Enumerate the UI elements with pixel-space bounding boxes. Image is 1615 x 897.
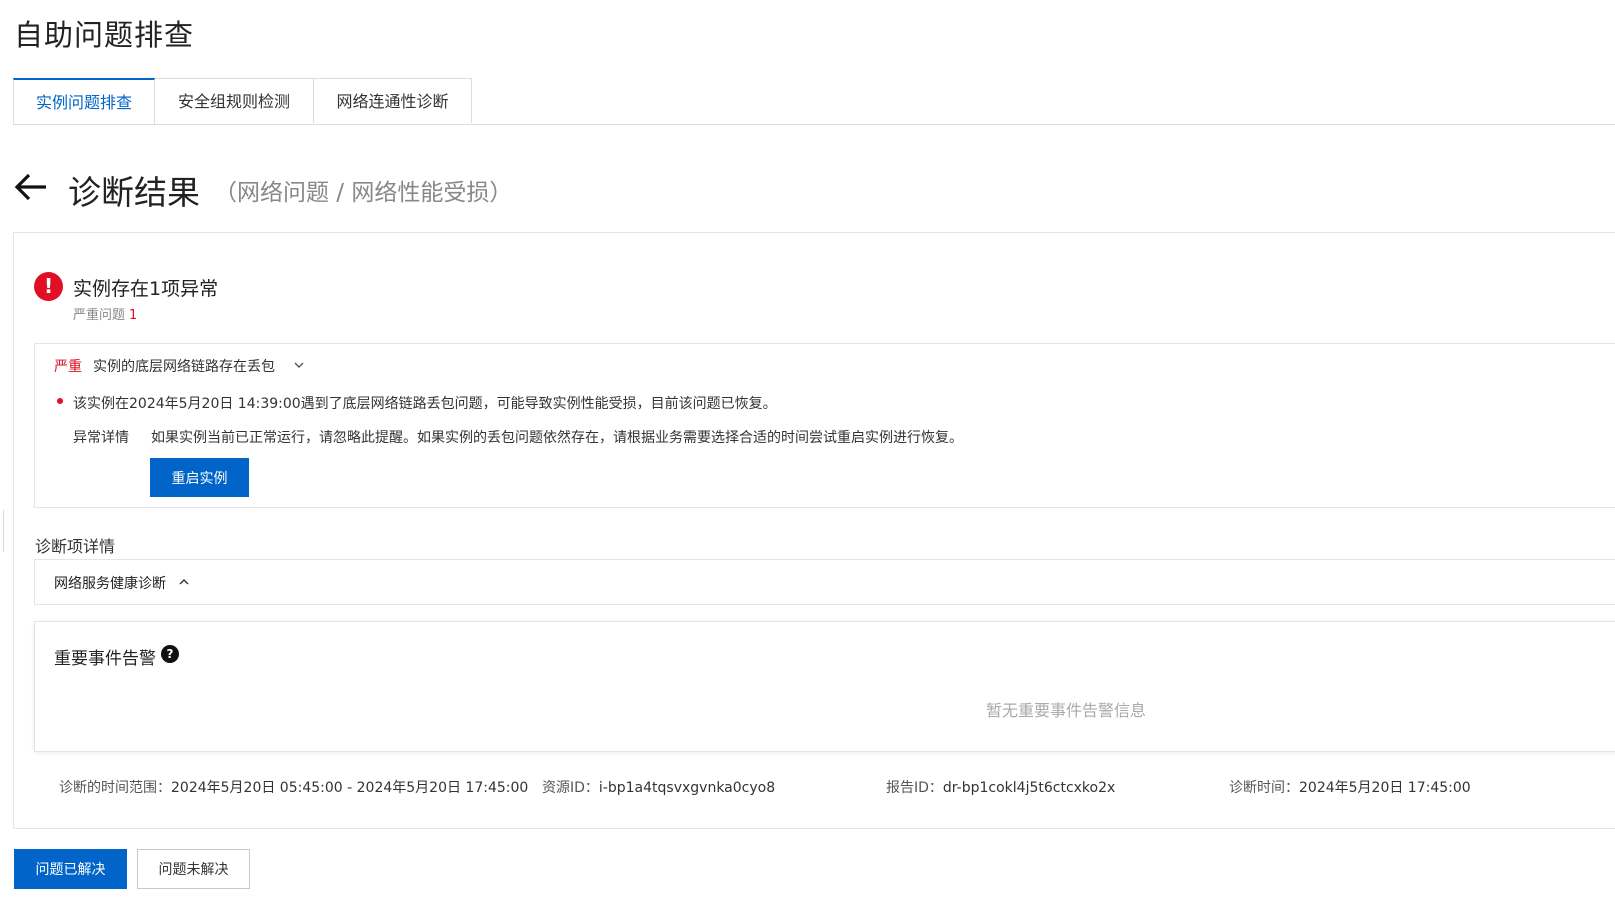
- diagnosis-section-label: 诊断项详情: [35, 537, 116, 556]
- tab-instance-troubleshoot[interactable]: 实例问题排查: [13, 78, 155, 124]
- chevron-down-icon[interactable]: [293, 359, 305, 371]
- event-alert-title: 重要事件告警: [54, 649, 156, 669]
- tab-security-group-check[interactable]: 安全组规则检测: [154, 78, 314, 123]
- time-range-info: 诊断的时间范围：2024年5月20日 05:45:00 - 2024年5月20日…: [59, 777, 528, 797]
- severe-count: 1: [129, 308, 138, 323]
- diagnosis-time-label: 诊断时间：: [1229, 780, 1299, 796]
- severe-count-line: 严重问题 1: [73, 304, 137, 323]
- page-title: 自助问题排查: [14, 18, 195, 52]
- side-handle[interactable]: [0, 510, 4, 552]
- empty-state-text: 暂无重要事件告警信息: [986, 701, 1147, 720]
- problem-unsolved-button[interactable]: 问题未解决: [137, 849, 250, 889]
- problem-solved-button[interactable]: 问题已解决: [14, 849, 127, 889]
- diagnosis-time-info: 诊断时间：2024年5月20日 17:45:00: [1229, 777, 1471, 797]
- severe-label: 严重问题: [73, 308, 126, 323]
- diagnosis-item-label[interactable]: 网络服务健康诊断: [54, 573, 166, 593]
- arrow-left-icon[interactable]: [14, 170, 48, 204]
- tab-bar: 实例问题排查 安全组规则检测 网络连通性诊断: [13, 78, 1615, 125]
- bullet-dot: [57, 398, 63, 404]
- report-id-label: 报告ID：: [886, 780, 943, 796]
- tab-network-connectivity[interactable]: 网络连通性诊断: [313, 78, 472, 123]
- resource-id-info: 资源ID：i-bp1a4tqsvxgvnka0cyo8: [542, 777, 775, 797]
- question-circle-icon[interactable]: ?: [161, 645, 179, 663]
- event-alert-panel: [34, 621, 1615, 752]
- diagnosis-time-value: 2024年5月20日 17:45:00: [1299, 780, 1471, 796]
- summary-title: 实例存在1项异常: [73, 278, 219, 300]
- detail-label: 异常详情: [73, 430, 129, 446]
- result-subtitle: （网络问题 / 网络性能受损）: [214, 180, 513, 206]
- restart-instance-button[interactable]: 重启实例: [150, 458, 249, 497]
- resource-id-value: i-bp1a4tqsvxgvnka0cyo8: [598, 780, 776, 796]
- severity-tag: 严重: [54, 359, 82, 375]
- result-title: 诊断结果: [68, 173, 200, 212]
- issue-description: 该实例在2024年5月20日 14:39:00遇到了底层网络链路丢包问题，可能导…: [73, 396, 777, 412]
- issue-title[interactable]: 实例的底层网络链路存在丢包: [93, 356, 275, 376]
- exclamation-circle-icon: !: [34, 272, 63, 301]
- report-id-value: dr-bp1cokl4j5t6ctcxko2x: [942, 780, 1116, 796]
- detail-text: 如果实例当前已正常运行，请忽略此提醒。如果实例的丢包问题依然存在，请根据业务需要…: [151, 430, 963, 446]
- time-range-value: 2024年5月20日 05:45:00 - 2024年5月20日 17:45:0…: [171, 780, 529, 796]
- resource-id-label: 资源ID：: [542, 780, 599, 796]
- chevron-up-icon[interactable]: [178, 576, 190, 588]
- report-id-info: 报告ID：dr-bp1cokl4j5t6ctcxko2x: [886, 777, 1115, 797]
- diagnosis-item-row[interactable]: [34, 559, 1615, 605]
- time-range-label: 诊断的时间范围：: [59, 780, 171, 796]
